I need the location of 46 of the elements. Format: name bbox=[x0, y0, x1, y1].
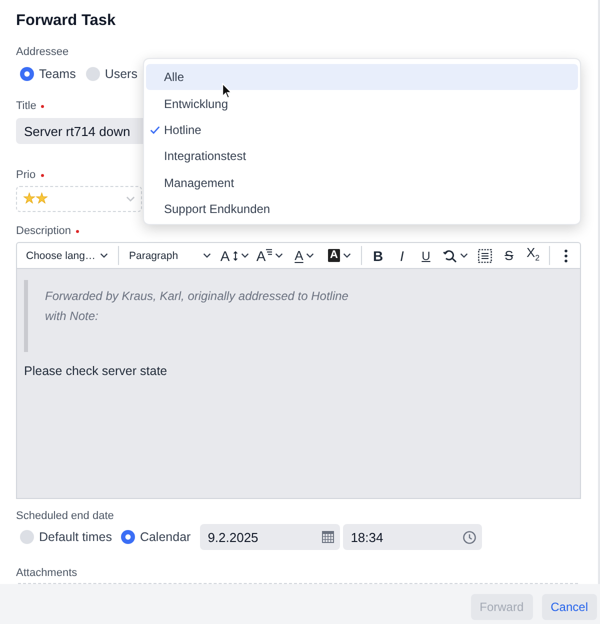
find-replace-icon bbox=[443, 248, 457, 262]
dropdown-item[interactable]: Entwicklung bbox=[146, 90, 578, 117]
font-size-button[interactable]: A bbox=[217, 244, 252, 266]
dropdown-item[interactable]: Support Endkunden bbox=[146, 196, 578, 222]
toolbar-select[interactable]: Choose lang… bbox=[20, 244, 114, 266]
field-label: Addressee bbox=[16, 45, 69, 59]
caret-icon bbox=[203, 253, 211, 258]
quote-text: Forwarded by Kraus, Karl, originally addressed to Hotline with Note: bbox=[45, 288, 350, 325]
highlight-button[interactable]: A bbox=[322, 244, 357, 266]
dropdown-item[interactable]: Hotline bbox=[146, 116, 578, 144]
vertical-arrow-icon bbox=[232, 250, 238, 262]
date-field[interactable]: 9.2.2025 bbox=[200, 524, 340, 550]
strikethrough-button[interactable]: S bbox=[497, 244, 521, 266]
field-label: Title bbox=[16, 99, 36, 113]
dialog-button[interactable]: Cancel bbox=[542, 594, 597, 620]
calendar-icon bbox=[322, 531, 334, 543]
field-label: Scheduled end date bbox=[16, 509, 114, 523]
field-label: Attachments bbox=[16, 566, 78, 580]
title-field[interactable]: Server rt714 down bbox=[16, 118, 143, 144]
field-label: Description bbox=[16, 224, 72, 238]
dropdown-item[interactable]: Management bbox=[146, 170, 578, 196]
field-label: Prio bbox=[16, 168, 36, 182]
select-all-icon bbox=[478, 248, 492, 262]
dropdown-item[interactable]: Alle bbox=[146, 64, 578, 90]
radio-option[interactable]: Teams bbox=[20, 67, 76, 81]
time-field[interactable]: 18:34 bbox=[342, 524, 482, 550]
caret-icon bbox=[126, 196, 135, 202]
font-color-button[interactable]: A bbox=[287, 244, 322, 266]
dropdown-item[interactable]: Integrationstest bbox=[146, 143, 578, 170]
clock-icon bbox=[462, 530, 476, 544]
radio-option[interactable]: Users bbox=[86, 67, 138, 81]
caret-icon bbox=[100, 253, 108, 258]
radio-option[interactable]: Default times bbox=[20, 530, 112, 544]
toolbar-select[interactable]: Paragraph bbox=[123, 244, 217, 266]
italic-button[interactable]: I bbox=[390, 244, 414, 266]
cursor-icon bbox=[222, 83, 232, 99]
text-style-button[interactable]: A bbox=[252, 244, 287, 266]
more-icon bbox=[564, 248, 568, 262]
radio-option[interactable]: Calendar bbox=[120, 530, 191, 544]
underline-button[interactable]: U bbox=[414, 244, 438, 266]
editor-field[interactable]: Forwarded by Kraus, Karl, originally addressed to Hotline with Note: Please check server state bbox=[16, 269, 581, 499]
body-text: Please check server state bbox=[24, 363, 168, 380]
text-lines-icon bbox=[266, 248, 272, 254]
dialog-title: Forward Task bbox=[16, 11, 117, 31]
subscript-button[interactable]: X$_{2}$ bbox=[521, 244, 545, 266]
bold-button[interactable]: B bbox=[366, 244, 390, 266]
